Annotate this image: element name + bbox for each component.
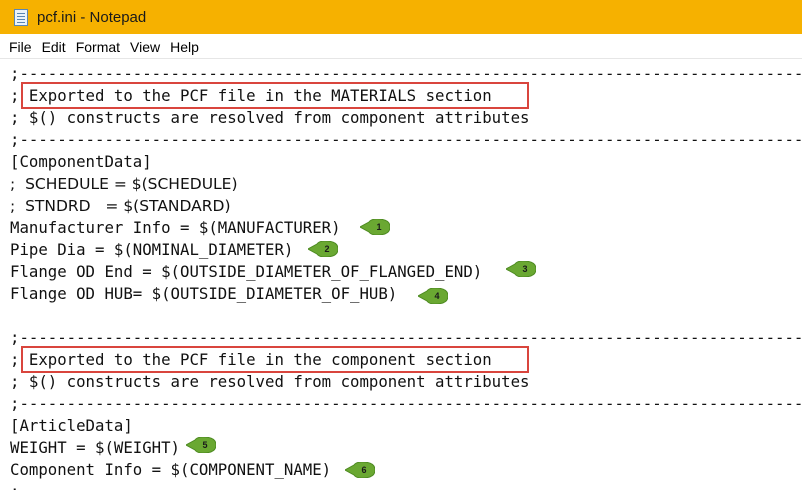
text-line: Manufacturer Info = $(MANUFACTURER)	[10, 218, 341, 237]
window-title: pcf.ini - Notepad	[37, 8, 147, 26]
menu-edit[interactable]: Edit	[37, 39, 71, 55]
callout-6: 6	[345, 462, 375, 478]
menu-file[interactable]: File	[0, 39, 37, 55]
text-line: [ArticleData]	[10, 416, 133, 435]
notepad-icon	[14, 8, 28, 26]
text-line: WEIGHT = $(WEIGHT)	[10, 438, 181, 457]
text-line: ;---------------------------------------…	[10, 130, 802, 149]
callout-4: 4	[418, 288, 448, 304]
materials-section-highlight	[21, 82, 529, 109]
title-bar[interactable]: pcf.ini - Notepad	[0, 0, 802, 34]
callout-1: 1	[360, 219, 390, 235]
component-section-highlight	[21, 346, 529, 373]
text-line: Component Info = $(COMPONENT_NAME)	[10, 460, 332, 479]
callout-3: 3	[506, 261, 536, 277]
text-line: ; $() constructs are resolved from compo…	[10, 372, 530, 391]
menu-help[interactable]: Help	[165, 39, 204, 55]
callout-5: 5	[186, 437, 216, 453]
text-line: ; SCHEDULE = $(SCHEDULE)	[10, 175, 238, 193]
text-line: Pipe Dia = $(NOMINAL_DIAMETER)	[10, 240, 294, 259]
text-line: ;---------------------------------------…	[10, 394, 802, 413]
menu-bar: File Edit Format View Help	[0, 36, 802, 59]
menu-view[interactable]: View	[125, 39, 165, 55]
text-editor[interactable]: ;---------------------------------------…	[0, 62, 802, 490]
callout-2: 2	[308, 241, 338, 257]
text-line: Flange OD End = $(OUTSIDE_DIAMETER_OF_FL…	[10, 262, 483, 281]
text-line: ; STNDRD = $(STANDARD)	[10, 197, 231, 215]
text-line: ; $() constructs are resolved from compo…	[10, 108, 530, 127]
text-line: [ComponentData]	[10, 152, 152, 171]
menu-format[interactable]: Format	[71, 39, 125, 55]
text-line: ;	[10, 481, 19, 490]
text-line: Flange OD HUB= $(OUTSIDE_DIAMETER_OF_HUB…	[10, 284, 398, 303]
